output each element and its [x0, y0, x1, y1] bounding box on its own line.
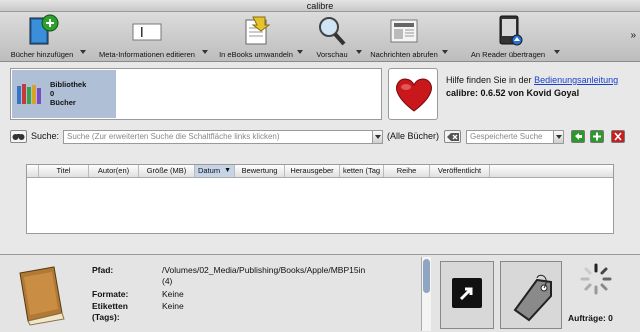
clear-icon — [447, 133, 459, 141]
title-bar: calibre — [0, 0, 640, 12]
column-header-date[interactable]: Datum ▼ — [195, 165, 235, 177]
path-value[interactable]: /Volumes/02_Media/Publishing/Books/Apple… — [162, 265, 418, 287]
main-toolbar: Bücher hinzufügen Meta-Informationen edi… — [0, 12, 640, 62]
close-icon — [614, 132, 622, 141]
tag-icon — [513, 274, 552, 322]
book-cover-icon — [19, 266, 65, 326]
column-header-published[interactable]: Veröffentlicht — [430, 165, 490, 177]
column-header-publisher[interactable]: Herausgeber — [285, 165, 340, 177]
window-title: calibre — [306, 1, 334, 11]
add-book-icon — [29, 14, 59, 45]
scrollbar-thumb[interactable] — [423, 259, 430, 293]
open-book-folder-button[interactable] — [440, 261, 494, 329]
edit-metadata-label: Meta-Informationen editieren — [99, 50, 195, 59]
preview-label: Vorschau — [316, 50, 348, 59]
column-header-date-label: Datum — [198, 166, 221, 175]
saved-search-placeholder: Gespeicherte Suche — [470, 132, 543, 141]
delete-search-button[interactable] — [611, 130, 625, 143]
toolbar-overflow-button[interactable]: » — [630, 30, 636, 41]
details-scrollbar[interactable] — [421, 257, 431, 331]
tags-value: Keine — [162, 301, 184, 311]
newspaper-icon — [390, 19, 418, 43]
column-header-authors[interactable]: Autor(en) — [89, 165, 139, 177]
tags-label: Etiketten (Tags): — [92, 301, 128, 322]
help-prefix: Hilfe finden Sie in der — [446, 75, 535, 85]
library-item[interactable]: Bibliothek 0 Bücher — [12, 70, 116, 118]
convert-books-button[interactable]: In eBooks umwandeln — [215, 12, 303, 62]
magnifier-icon — [319, 17, 346, 46]
send-to-reader-button[interactable]: An Reader übertragen — [462, 12, 560, 62]
convert-books-label: In eBooks umwandeln — [219, 50, 293, 59]
preview-button[interactable]: Vorschau — [308, 12, 362, 62]
edit-text-field-icon — [132, 23, 162, 41]
search-placeholder: Suche (Zur erweiterten Suche die Schaltf… — [67, 132, 280, 141]
path-count: (4) — [162, 276, 173, 286]
search-label: Suche: — [31, 131, 60, 141]
column-header-size[interactable]: Größe (MB) — [139, 165, 195, 177]
open-arrow-icon — [452, 278, 482, 308]
search-history-dropdown[interactable] — [372, 131, 382, 143]
path-label: Pfad: — [92, 265, 114, 275]
fetch-news-button[interactable]: Nachrichten abrufen — [366, 12, 448, 62]
search-input[interactable]: Suche (Zur erweiterten Suche die Schaltf… — [63, 130, 383, 144]
send-to-reader-label: An Reader übertragen — [470, 50, 546, 59]
edit-tags-button[interactable] — [500, 261, 562, 329]
advanced-search-button[interactable] — [10, 130, 27, 143]
version-info: : 0.6.52 von Kovid Goyal — [475, 88, 580, 98]
convert-dropdown-arrow[interactable] — [297, 50, 303, 54]
library-name: Bibliothek — [50, 80, 87, 89]
library-panel: Bibliothek 0 Bücher — [10, 68, 382, 120]
edit-metadata-dropdown-arrow[interactable] — [202, 50, 208, 54]
binoculars-icon — [12, 134, 25, 140]
table-header: Titel Autor(en) Größe (MB) Datum ▼ Bewer… — [27, 165, 613, 178]
save-search-button[interactable] — [590, 130, 604, 143]
heart-icon — [396, 78, 432, 112]
donate-heart-button[interactable] — [388, 68, 438, 120]
row-number-column — [27, 165, 39, 177]
path-link[interactable]: /Volumes/02_Media/Publishing/Books/Apple… — [162, 265, 418, 276]
convert-document-icon — [245, 16, 271, 45]
app-name: calibre — [446, 88, 476, 98]
library-unit: Bücher — [50, 98, 76, 107]
preview-dropdown-arrow[interactable] — [356, 50, 362, 54]
saved-search-dropdown[interactable] — [553, 131, 563, 143]
ebook-reader-icon — [499, 15, 523, 46]
all-books-label: (Alle Bücher) — [387, 131, 440, 141]
add-books-dropdown-arrow[interactable] — [80, 50, 86, 54]
add-books-button[interactable]: Bücher hinzufügen — [4, 12, 86, 62]
column-header-tags[interactable]: ketten (Tag — [340, 165, 384, 177]
book-details-panel: Pfad: /Volumes/02_Media/Publishing/Books… — [0, 254, 640, 332]
copy-arrow-icon — [575, 133, 582, 140]
edit-metadata-button[interactable]: Meta-Informationen editieren — [92, 12, 208, 62]
plus-icon — [593, 132, 601, 141]
column-header-title[interactable]: Titel — [39, 165, 89, 177]
formats-value: Keine — [162, 289, 184, 299]
add-books-label: Bücher hinzufügen — [10, 50, 74, 59]
book-table[interactable]: Titel Autor(en) Größe (MB) Datum ▼ Bewer… — [26, 164, 614, 234]
manual-link[interactable]: Bedienungsanleitung — [534, 75, 618, 85]
sort-descending-icon: ▼ — [224, 167, 231, 174]
formats-label: Formate: — [92, 289, 129, 299]
jobs-spinner-icon — [580, 263, 612, 295]
saved-search-input[interactable]: Gespeicherte Suche — [466, 130, 564, 144]
jobs-count-button[interactable]: Aufträge: 0 — [568, 313, 613, 323]
column-header-series[interactable]: Reihe — [384, 165, 430, 177]
fetch-news-dropdown-arrow[interactable] — [442, 50, 448, 54]
clear-search-button[interactable] — [444, 130, 461, 143]
column-header-rating[interactable]: Bewertung — [235, 165, 285, 177]
send-dropdown-arrow[interactable] — [554, 50, 560, 54]
library-count: 0 — [50, 89, 55, 98]
fetch-news-label: Nachrichten abrufen — [370, 50, 438, 59]
help-text: Hilfe finden Sie in der Bedienungsanleit… — [446, 74, 618, 100]
copy-saved-search-button[interactable] — [571, 130, 585, 143]
books-icon — [17, 84, 41, 104]
